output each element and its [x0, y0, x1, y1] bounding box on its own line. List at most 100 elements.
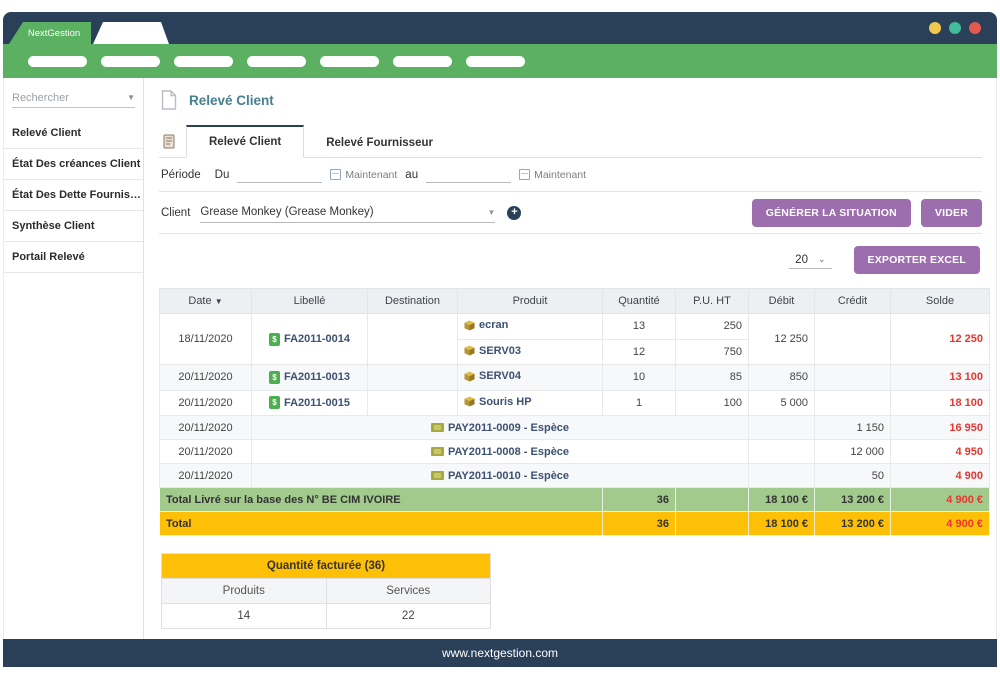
solde-cell: 12 250	[891, 314, 990, 365]
date-cell: 20/11/2020	[160, 416, 252, 440]
nav-pill[interactable]	[101, 56, 160, 67]
produit-cell: ecran	[458, 314, 603, 340]
now-from-button[interactable]: Maintenant	[330, 169, 397, 181]
sidebar-item-etat-creances-client[interactable]: État Des créances Client	[4, 149, 143, 180]
du-label: Du	[215, 169, 230, 181]
close-dot-icon[interactable]	[969, 22, 981, 34]
nav-pill[interactable]	[320, 56, 379, 67]
nav-pill[interactable]	[174, 56, 233, 67]
pu-cell: 100	[676, 390, 749, 416]
brand-label: NextGestion	[28, 28, 80, 39]
vider-button[interactable]: VIDER	[921, 199, 982, 227]
column-header-quantite: Quantité	[603, 289, 676, 314]
sidebar-menu: Relevé Client État Des créances Client É…	[4, 118, 143, 273]
payment-cell: PAY2011-0010 - Espèce	[252, 464, 749, 488]
libelle-cell: $FA2011-0015	[252, 390, 368, 416]
total-pu	[676, 512, 749, 536]
maximize-dot-icon[interactable]	[949, 22, 961, 34]
cash-icon	[431, 447, 444, 456]
nav-pill[interactable]	[247, 56, 306, 67]
total-livre-pu	[676, 488, 749, 512]
tab-releve-client[interactable]: Relevé Client	[186, 125, 304, 158]
sidebar-item-etat-dette-fournisseur[interactable]: État Des Dette Fournis…	[4, 180, 143, 211]
pu-cell: 85	[676, 365, 749, 391]
destination-cell	[368, 314, 458, 365]
payment-link[interactable]: PAY2011-0009 - Espèce	[431, 422, 569, 434]
sidebar-item-releve-client[interactable]: Relevé Client	[4, 118, 143, 149]
column-header-date[interactable]: Date ▼	[160, 289, 252, 314]
client-label: Client	[161, 207, 190, 219]
product-link[interactable]: SERV04	[464, 370, 521, 382]
payment-link[interactable]: PAY2011-0008 - Espèce	[431, 446, 569, 458]
column-header-pu-ht: P.U. HT	[676, 289, 749, 314]
date-cell: 18/11/2020	[160, 314, 252, 365]
credit-cell: 50	[815, 464, 891, 488]
credit-cell: 12 000	[815, 440, 891, 464]
credit-cell	[815, 314, 891, 365]
summary-header-row: Produits Services	[162, 579, 491, 604]
invoice-link[interactable]: $FA2011-0013	[269, 371, 350, 384]
now-to-button[interactable]: Maintenant	[519, 169, 586, 181]
table-row: 20/11/2020 $FA2011-0015 Souris HP 1 100 …	[160, 390, 990, 416]
table-header-row: Date ▼ Libellé Destination Produit Quant…	[160, 289, 990, 314]
column-header-libelle: Libellé	[252, 289, 368, 314]
exporter-excel-button[interactable]: EXPORTER EXCEL	[854, 246, 980, 274]
summary-val-produits: 14	[162, 604, 327, 629]
solde-cell: 13 100	[891, 365, 990, 391]
quantite-facturee-table: Quantité facturée (36) Produits Services…	[161, 553, 491, 629]
chevron-down-icon: ▼	[127, 93, 135, 102]
sidebar: Rechercher ▼ Relevé Client État Des créa…	[4, 78, 144, 639]
total-livre-debit: 18 100 €	[749, 488, 815, 512]
libelle-cell: $FA2011-0013	[252, 365, 368, 391]
summary-val-services: 22	[326, 604, 491, 629]
payment-cell: PAY2011-0009 - Espèce	[252, 416, 749, 440]
package-icon	[464, 320, 475, 331]
main-content: Relevé Client Relevé Client Relevé Fourn…	[144, 78, 996, 639]
minimize-dot-icon[interactable]	[929, 22, 941, 34]
package-icon	[464, 396, 475, 407]
nav-pill[interactable]	[393, 56, 452, 67]
tab-releve-fournisseur[interactable]: Relevé Fournisseur	[304, 128, 455, 158]
destination-cell	[368, 390, 458, 416]
libelle-cell: $FA2011-0014	[252, 314, 368, 365]
produit-cell: SERV04	[458, 365, 603, 391]
now-to-label: Maintenant	[534, 169, 586, 181]
add-client-button[interactable]: +	[507, 206, 521, 220]
invoice-link[interactable]: $FA2011-0014	[269, 333, 350, 346]
total-solde: 4 900 €	[891, 512, 990, 536]
invoice-link[interactable]: $FA2011-0015	[269, 396, 350, 409]
generer-situation-button[interactable]: GÉNÉRER LA SITUATION	[752, 199, 911, 227]
produit-cell: SERV03	[458, 339, 603, 365]
total-livre-solde: 4 900 €	[891, 488, 990, 512]
page-size-select[interactable]: 20 ⌄	[789, 252, 831, 269]
nav-pill[interactable]	[466, 56, 525, 67]
column-header-debit: Débit	[749, 289, 815, 314]
brand-tab[interactable]: NextGestion	[9, 22, 91, 44]
chevron-down-icon: ⌄	[818, 254, 826, 265]
chevron-down-icon: ▼	[487, 208, 495, 217]
table-row: 20/11/2020 PAY2011-0010 - Espèce 50 4 90…	[160, 464, 990, 488]
credit-cell	[815, 390, 891, 416]
product-link[interactable]: Souris HP	[464, 396, 532, 408]
column-header-credit: Crédit	[815, 289, 891, 314]
package-icon	[464, 371, 475, 382]
page-size-value: 20	[795, 254, 808, 266]
footer-url: www.nextgestion.com	[442, 646, 558, 660]
date-to-input[interactable]	[426, 167, 511, 183]
sidebar-item-synthese-client[interactable]: Synthèse Client	[4, 211, 143, 242]
product-link[interactable]: SERV03	[464, 345, 521, 357]
column-header-solde: Solde	[891, 289, 990, 314]
product-link[interactable]: ecran	[464, 319, 508, 331]
nav-pill[interactable]	[28, 56, 87, 67]
app-window: NextGestion Rechercher ▼	[3, 12, 997, 667]
column-header-produit: Produit	[458, 289, 603, 314]
search-dropdown[interactable]: Rechercher ▼	[12, 88, 135, 108]
invoice-icon: $	[269, 396, 280, 409]
qty-cell: 13	[603, 314, 676, 340]
debit-cell: 12 250	[749, 314, 815, 365]
payment-link[interactable]: PAY2011-0010 - Espèce	[431, 470, 569, 482]
debit-cell	[749, 416, 815, 440]
sidebar-item-portail-releve[interactable]: Portail Relevé	[4, 242, 143, 273]
date-from-input[interactable]	[237, 167, 322, 183]
client-select[interactable]: Grease Monkey (Grease Monkey) ▼	[200, 203, 495, 223]
